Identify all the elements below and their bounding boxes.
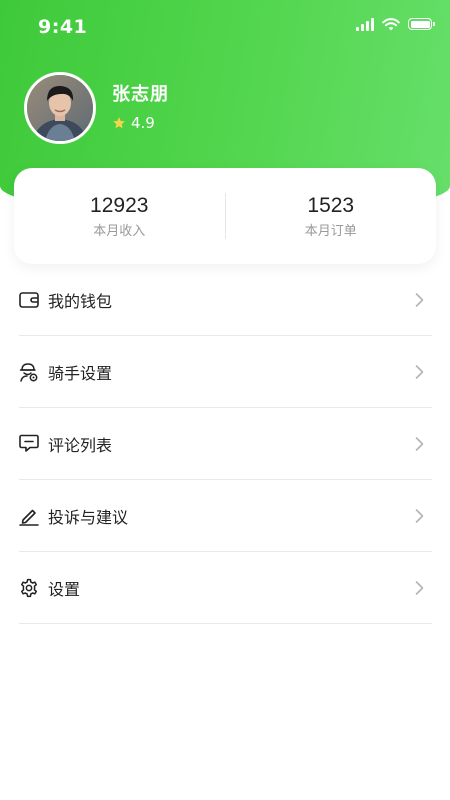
rating-value: 4.9 [131,114,155,132]
status-time: 9:41 [38,16,88,38]
stats-card: 12923 本月收入 1523 本月订单 [14,168,436,264]
chevron-right-icon [415,364,424,379]
menu-item-feedback[interactable]: 投诉与建议 [19,480,432,552]
rider-settings-icon [19,362,39,382]
wifi-icon [382,17,400,30]
menu-item-label: 设置 [48,579,81,599]
user-name: 张志朋 [112,84,169,105]
profile-screen: 9:41 张志朋 4.9 12923 本月收入 1523 本月订单 我的钱包 骑… [0,0,450,800]
rating: 4.9 [112,114,169,132]
stat-monthly-income[interactable]: 12923 本月收入 [14,194,225,239]
battery-icon [408,18,435,30]
wallet-icon [19,290,39,310]
menu-item-wallet[interactable]: 我的钱包 [19,264,432,336]
menu-item-rider-settings[interactable]: 骑手设置 [19,336,432,408]
menu-item-comments[interactable]: 评论列表 [19,408,432,480]
star-icon [113,117,125,129]
chevron-right-icon [415,580,424,595]
signal-icon [356,17,374,31]
stat-value: 1523 [307,193,355,217]
profile-info: 张志朋 4.9 [112,80,169,132]
menu-item-settings[interactable]: 设置 [19,552,432,624]
stat-label: 本月订单 [304,223,357,239]
status-bar: 9:41 [0,0,450,52]
profile-header: 张志朋 4.9 [24,72,169,144]
chevron-right-icon [415,508,424,523]
menu-item-label: 投诉与建议 [48,507,129,527]
menu-item-label: 我的钱包 [48,291,113,311]
stat-label: 本月收入 [93,223,146,239]
chevron-right-icon [415,292,424,307]
pen-icon [19,506,39,526]
menu-item-label: 评论列表 [48,435,113,455]
gear-icon [19,578,39,598]
stat-monthly-orders[interactable]: 1523 本月订单 [226,194,437,239]
chevron-right-icon [415,436,424,451]
comment-icon [19,434,39,454]
menu-list: 我的钱包 骑手设置 评论列表 投诉与建议 设置 [19,264,432,624]
menu-item-label: 骑手设置 [48,363,113,383]
stat-value: 12923 [90,193,149,217]
status-icons [356,17,435,31]
avatar[interactable] [24,72,96,144]
